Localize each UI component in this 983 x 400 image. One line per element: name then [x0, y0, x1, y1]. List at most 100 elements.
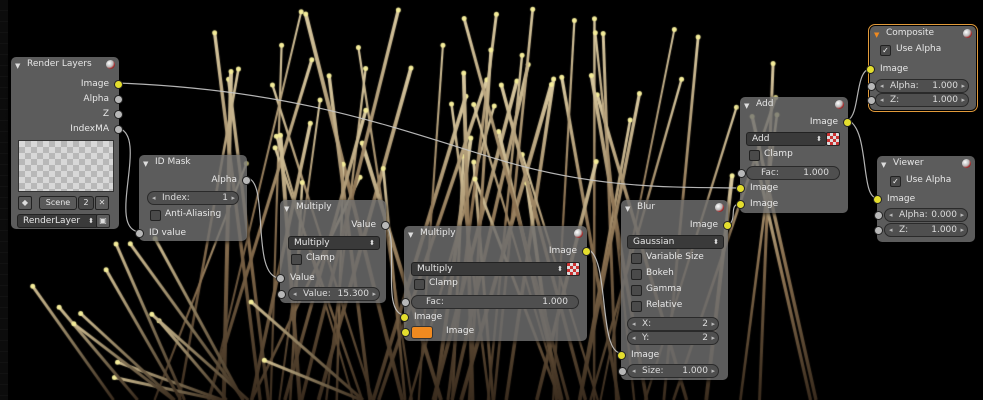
increment-arrow-icon[interactable]: ▸ [711, 332, 715, 344]
socket-input[interactable] [401, 328, 410, 337]
socket-input[interactable] [277, 290, 286, 299]
use-alpha-checkbox[interactable]: ✓ [880, 45, 891, 56]
blend-mode-dropdown[interactable]: Add ⬍ [746, 132, 827, 146]
clamp-checkbox[interactable] [749, 150, 760, 161]
collapse-arrow-icon[interactable]: ▼ [881, 158, 886, 173]
socket-input[interactable] [866, 65, 875, 74]
unlink-scene-icon[interactable]: ✕ [95, 196, 109, 210]
preview-toggle-icon[interactable] [715, 203, 724, 212]
fac-field[interactable]: Fac: 1.000 [401, 295, 579, 309]
preview-toggle-icon[interactable] [574, 229, 583, 238]
bokeh-checkbox[interactable] [631, 269, 642, 280]
socket-input[interactable] [874, 211, 883, 220]
socket-output[interactable] [114, 110, 123, 119]
collapse-arrow-icon[interactable]: ▼ [744, 99, 749, 114]
mix-multiply-node[interactable]: ▼ Multiply Image Multiply ⬍ Clamp Fac: 1.0… [400, 226, 591, 341]
socket-input[interactable] [874, 226, 883, 235]
use-alpha-icon[interactable] [566, 262, 580, 276]
scene-selector[interactable]: Scene [39, 196, 77, 210]
z-field[interactable]: ◂ Z: 1.000 ▸ [874, 223, 968, 237]
node-header[interactable]: ▼ Add [740, 97, 848, 112]
anti-aliasing-checkbox[interactable] [150, 210, 161, 221]
node-header[interactable]: ▼ Render Layers [11, 57, 119, 72]
decrement-arrow-icon[interactable]: ◂ [152, 192, 156, 204]
socket-input[interactable] [617, 351, 626, 360]
node-header[interactable]: ▼ Multiply [404, 226, 587, 241]
clamp-checkbox[interactable] [291, 254, 302, 265]
collapse-arrow-icon[interactable]: ▼ [625, 202, 630, 217]
value-field[interactable]: ◂ Value: 15.300 ▸ [277, 287, 380, 301]
decrement-arrow-icon[interactable]: ◂ [889, 224, 893, 236]
socket-input[interactable] [135, 229, 144, 238]
scene-icon[interactable]: ◆ [18, 196, 32, 210]
socket-input[interactable] [401, 298, 410, 307]
filter-type-dropdown[interactable]: Gaussian ⬍ [627, 235, 724, 249]
socket-output[interactable] [843, 118, 852, 127]
blur-node[interactable]: ▼ Blur Image Gaussian ⬍ Variable Size Bok… [617, 200, 732, 380]
node-header[interactable]: ▼ Viewer [877, 156, 975, 171]
socket-input[interactable] [618, 367, 627, 376]
socket-input[interactable] [873, 195, 882, 204]
decrement-arrow-icon[interactable]: ◂ [880, 80, 884, 92]
socket-output[interactable] [242, 176, 251, 185]
socket-output[interactable] [381, 221, 390, 230]
size-x-field[interactable]: ◂ X: 2 ▸ [627, 317, 719, 331]
operation-dropdown[interactable]: Multiply ⬍ [288, 236, 380, 250]
node-header[interactable]: ▼ Composite [870, 26, 976, 41]
render-layer-dropdown[interactable]: RenderLayer ⬍ [17, 214, 99, 228]
relative-checkbox[interactable] [631, 301, 642, 312]
node-header[interactable]: ▼ Blur [621, 200, 728, 215]
decrement-arrow-icon[interactable]: ◂ [632, 365, 636, 377]
composite-node[interactable]: ▼ Composite ✓ Use Alpha Image ◂ Alpha: 1.0… [866, 24, 978, 112]
preview-toggle-icon[interactable] [963, 29, 972, 38]
collapse-arrow-icon[interactable]: ▼ [284, 202, 289, 217]
collapse-arrow-icon[interactable]: ▼ [874, 28, 879, 43]
preview-toggle-icon[interactable] [962, 159, 971, 168]
socket-input[interactable] [736, 200, 745, 209]
math-multiply-node[interactable]: ▼ Multiply Value Multiply ⬍ Clamp Value ◂… [276, 200, 390, 303]
increment-arrow-icon[interactable]: ▸ [961, 80, 965, 92]
preview-toggle-icon[interactable] [106, 60, 115, 69]
render-layer-icon[interactable]: ▣ [96, 214, 110, 228]
render-layers-node[interactable]: ▼ Render Layers Image Alpha Z IndexMA ◆ … [11, 57, 123, 229]
increment-arrow-icon[interactable]: ▸ [231, 192, 235, 204]
viewer-node[interactable]: ▼ Viewer ✓ Use Alpha Image ◂ Alpha: 0.000 ▸… [873, 156, 975, 242]
increment-arrow-icon[interactable]: ▸ [711, 365, 715, 377]
increment-arrow-icon[interactable]: ▸ [711, 318, 715, 330]
size-y-field[interactable]: ◂ Y: 2 ▸ [627, 331, 719, 345]
use-alpha-icon[interactable] [826, 132, 840, 146]
alpha-field[interactable]: ◂ Alpha: 1.000 ▸ [867, 79, 969, 93]
node-header[interactable]: ▼ Multiply [280, 200, 386, 215]
socket-output[interactable] [114, 80, 123, 89]
collapse-arrow-icon[interactable]: ▼ [15, 59, 20, 74]
socket-input[interactable] [400, 313, 409, 322]
decrement-arrow-icon[interactable]: ◂ [889, 209, 893, 221]
blend-mode-dropdown[interactable]: Multiply ⬍ [411, 262, 568, 276]
size-field[interactable]: ◂ Size: 1.000 ▸ [618, 364, 719, 378]
variable-size-checkbox[interactable] [631, 253, 642, 264]
id-mask-node[interactable]: ▼ ID Mask Alpha ◂ Index: 1 ▸ Anti-Aliasing … [135, 155, 251, 241]
collapse-arrow-icon[interactable]: ▼ [408, 228, 413, 243]
socket-input[interactable] [867, 96, 876, 105]
socket-output[interactable] [582, 247, 591, 256]
mix-add-node[interactable]: ▼ Add Image Add ⬍ Clamp Fac: 1.000 Image I… [736, 97, 852, 213]
increment-arrow-icon[interactable]: ▸ [372, 288, 376, 300]
decrement-arrow-icon[interactable]: ◂ [632, 318, 636, 330]
color-swatch[interactable] [401, 326, 433, 339]
preview-toggle-icon[interactable] [835, 100, 844, 109]
socket-output[interactable] [723, 221, 732, 230]
socket-input[interactable] [737, 169, 746, 178]
socket-input[interactable] [867, 82, 876, 91]
increment-arrow-icon[interactable]: ▸ [961, 94, 965, 106]
z-field[interactable]: ◂ Z: 1.000 ▸ [867, 93, 969, 107]
decrement-arrow-icon[interactable]: ◂ [632, 332, 636, 344]
clamp-checkbox[interactable] [414, 279, 425, 290]
socket-output[interactable] [114, 95, 123, 104]
index-field[interactable]: ◂ Index: 1 ▸ [147, 191, 239, 205]
gamma-checkbox[interactable] [631, 285, 642, 296]
fac-field[interactable]: Fac: 1.000 [737, 166, 840, 180]
increment-arrow-icon[interactable]: ▸ [960, 224, 964, 236]
collapse-arrow-icon[interactable]: ▼ [143, 157, 148, 172]
socket-input[interactable] [736, 184, 745, 193]
socket-input[interactable] [276, 274, 285, 283]
